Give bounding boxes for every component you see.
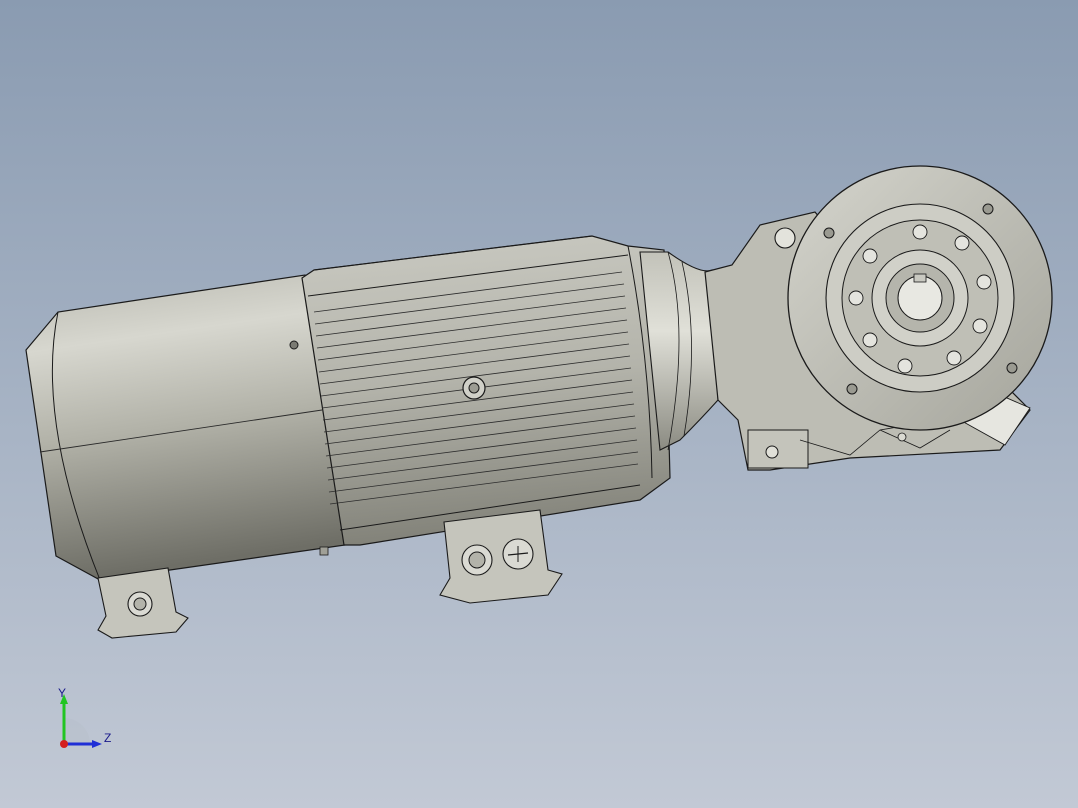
motor-housing[interactable] bbox=[301, 235, 671, 546]
fan-cover[interactable] bbox=[25, 274, 346, 581]
mounting-foot[interactable] bbox=[97, 567, 189, 639]
y-axis-label: Y bbox=[58, 686, 67, 700]
cad-viewport[interactable]: Y Z bbox=[0, 0, 1078, 808]
gearmotor-model[interactable] bbox=[0, 0, 1078, 808]
output-flange[interactable] bbox=[787, 165, 1053, 431]
z-axis-label: Z bbox=[104, 731, 112, 745]
orientation-triad[interactable]: Y Z bbox=[50, 686, 120, 756]
terminal-box[interactable] bbox=[439, 509, 563, 604]
